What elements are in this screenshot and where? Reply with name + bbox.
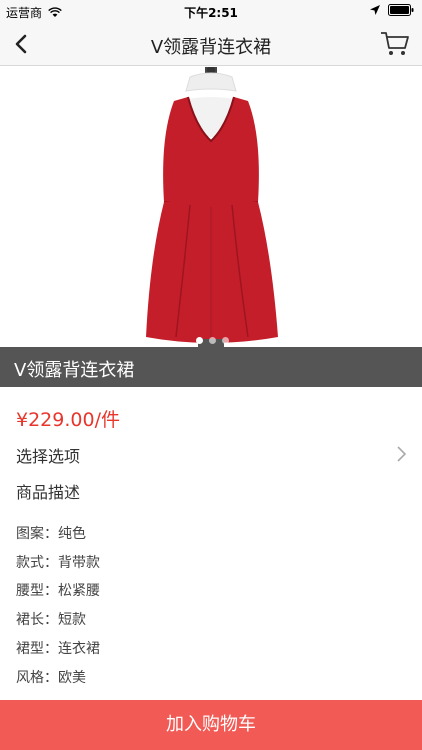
description-label: 商品描述 — [16, 483, 81, 502]
location-arrow-icon — [370, 5, 380, 15]
carousel-dot[interactable] — [222, 337, 229, 344]
product-title-band: V领露背连衣裙 — [0, 347, 422, 387]
spec-item: 裙型：连衣裙 — [16, 641, 100, 657]
product-image[interactable] — [0, 67, 422, 347]
dress-illustration — [146, 67, 278, 347]
status-right — [370, 4, 414, 16]
navigation-bar: V领露背连衣裙 — [0, 22, 422, 66]
status-time: 下午2:51 — [184, 6, 238, 20]
cart-icon[interactable] — [380, 30, 410, 58]
dress-skirt — [146, 202, 278, 343]
chevron-right-icon — [397, 446, 407, 462]
description-row: 商品描述 — [0, 475, 422, 505]
page-title: V领露背连衣裙 — [150, 37, 272, 58]
select-options-label: 选择选项 — [16, 447, 81, 466]
back-arrow-icon[interactable] — [10, 32, 34, 56]
spec-item: 款式：背带款 — [16, 555, 100, 571]
carousel-dot[interactable] — [209, 337, 216, 344]
carousel-dot[interactable] — [196, 337, 203, 344]
product-title: V领露背连衣裙 — [14, 360, 135, 381]
product-price: ¥229.00/件 — [16, 409, 120, 431]
spec-item: 裙长：短款 — [16, 612, 86, 628]
select-options-row[interactable]: 选择选项 — [0, 439, 422, 469]
spec-item: 风格：欧美 — [16, 670, 86, 686]
status-bar: 运营商 下午2:51 — [0, 0, 422, 22]
spec-item: 腰型：松紧腰 — [16, 583, 100, 599]
add-to-cart-button[interactable]: 加入购物车 — [0, 700, 422, 750]
carousel-dots[interactable] — [196, 337, 229, 344]
battery-icon — [388, 4, 414, 16]
spec-item: 图案：纯色 — [16, 526, 86, 542]
